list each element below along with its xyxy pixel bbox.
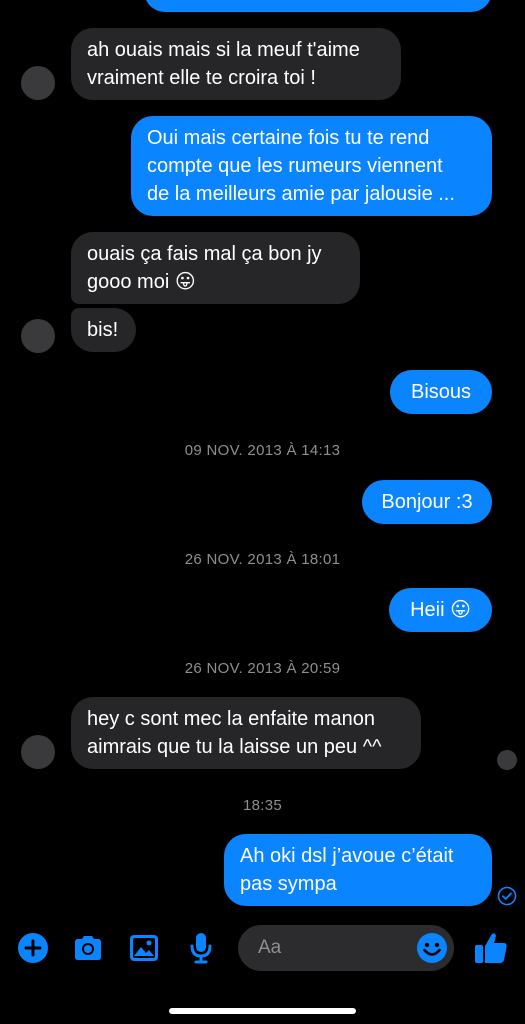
timestamp: 09 NOV. 2013 À 14:13 — [184, 442, 341, 459]
message-bubble-incoming[interactable]: hey c sont mec la enfaite manon aimrais … — [71, 697, 421, 769]
microphone-icon[interactable] — [181, 928, 221, 968]
delivered-check-icon — [497, 886, 517, 906]
plus-icon[interactable] — [13, 928, 53, 968]
message-bubble-outgoing[interactable]: Bisous — [390, 370, 492, 414]
home-indicator[interactable] — [169, 1008, 356, 1014]
thumbs-up-icon[interactable] — [471, 928, 511, 968]
image-icon[interactable] — [124, 928, 164, 968]
message-bubble-incoming[interactable]: ouais ça fais mal ça bon jy gooo moi 😛 — [71, 232, 360, 304]
contact-avatar[interactable] — [21, 66, 55, 100]
emoji-icon[interactable] — [416, 932, 448, 964]
timestamp: 18:35 — [242, 797, 283, 814]
timestamp: 26 NOV. 2013 À 18:01 — [184, 551, 341, 568]
message-bubble-outgoing[interactable]: Heii 😛 — [389, 588, 492, 632]
message-input-placeholder: Aa — [258, 937, 282, 958]
timestamp: 26 NOV. 2013 À 20:59 — [184, 660, 341, 677]
message-bubble-outgoing[interactable]: Ah oki dsl j’avoue c’était pas sympa — [224, 834, 492, 906]
message-bubble-incoming[interactable]: ah ouais mais si la meuf t'aime vraiment… — [71, 28, 401, 100]
contact-avatar[interactable] — [21, 319, 55, 353]
message-bubble-outgoing[interactable]: Oui mais certaine fois tu te rend compte… — [131, 116, 492, 216]
message-bubble-outgoing[interactable]: Bonjour :3 — [362, 480, 492, 524]
camera-icon[interactable] — [68, 928, 108, 968]
read-receipt-avatar — [497, 750, 517, 770]
message-bubble-partial[interactable] — [144, 0, 492, 12]
message-input[interactable]: Aa — [238, 925, 454, 971]
message-bubble-incoming[interactable]: bis! — [71, 308, 136, 352]
contact-avatar[interactable] — [21, 735, 55, 769]
